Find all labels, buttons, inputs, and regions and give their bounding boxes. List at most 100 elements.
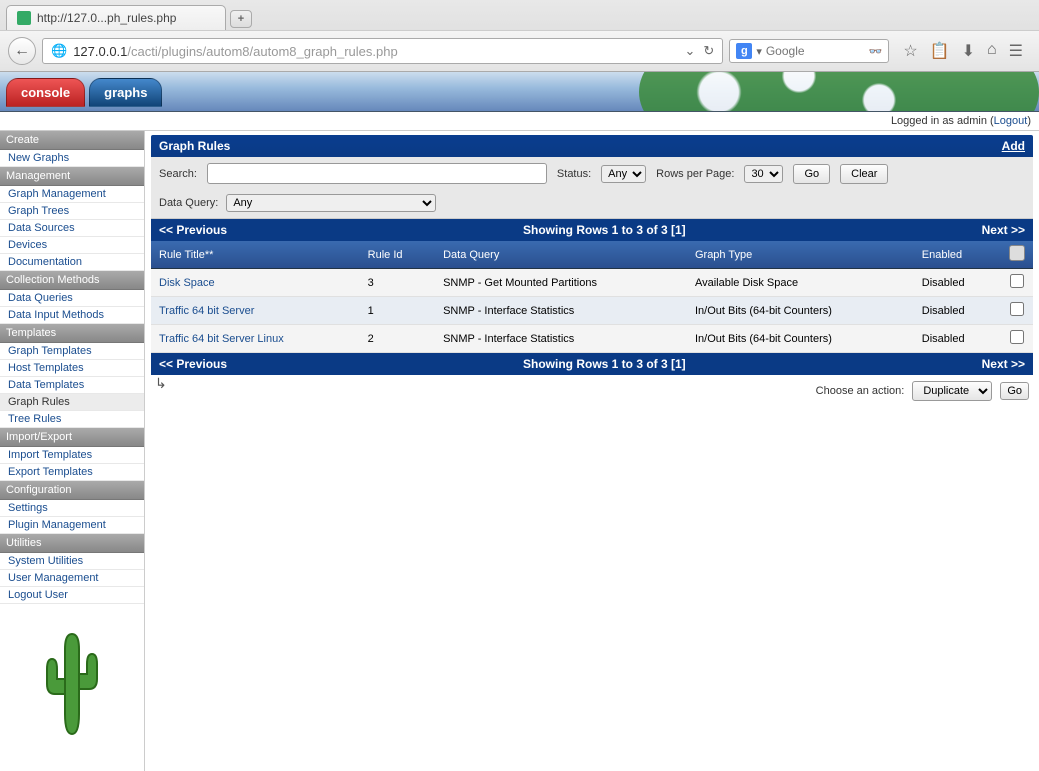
sidebar-item[interactable]: Export Templates [0, 464, 144, 481]
sidebar-item[interactable]: Data Sources [0, 220, 144, 237]
panel-title-text: Graph Rules [159, 139, 230, 153]
table-row: Disk Space3SNMP - Get Mounted Partitions… [151, 269, 1033, 297]
sidebar-item[interactable]: Settings [0, 500, 144, 517]
binoculars-icon[interactable]: 👓 [869, 45, 883, 58]
status-label: Status: [557, 168, 591, 180]
menu-icon[interactable]: ☰ [1009, 41, 1023, 61]
back-button[interactable]: ← [8, 37, 36, 65]
next-link[interactable]: Next >> [982, 357, 1025, 371]
sidebar-item[interactable]: Data Queries [0, 290, 144, 307]
favicon-icon [17, 11, 31, 25]
rule-type: In/Out Bits (64-bit Counters) [687, 297, 914, 325]
sidebar-item[interactable]: Graph Trees [0, 203, 144, 220]
row-checkbox[interactable] [1010, 330, 1024, 344]
rule-title-link[interactable]: Traffic 64 bit Server [159, 305, 254, 317]
rules-table: Rule Title**Rule IdData QueryGraph TypeE… [151, 241, 1033, 353]
tab-console[interactable]: console [6, 78, 85, 107]
rule-id: 1 [360, 297, 435, 325]
rule-enabled: Disabled [914, 325, 1001, 353]
chevron-down-icon[interactable]: ▾ [756, 45, 762, 58]
action-select[interactable]: Duplicate [912, 381, 992, 401]
sidebar-item[interactable]: Tree Rules [0, 411, 144, 428]
rows-select[interactable]: 30 [744, 165, 783, 183]
home-icon[interactable]: ⌂ [987, 41, 997, 61]
sidebar-item[interactable]: Graph Rules [0, 394, 144, 411]
pager-info: Showing Rows 1 to 3 of 3 [1] [159, 223, 1025, 237]
rule-enabled: Disabled [914, 297, 1001, 325]
sidebar-section-header: Management [0, 167, 144, 186]
sidebar-section-header: Import/Export [0, 428, 144, 447]
column-header[interactable]: Data Query [435, 241, 687, 269]
url-bar[interactable]: 🌐 127.0.0.1 /cacti/plugins/autom8/autom8… [42, 38, 723, 64]
dropdown-icon[interactable]: ⌄ [685, 43, 696, 59]
row-checkbox[interactable] [1010, 274, 1024, 288]
sidebar-section-header: Templates [0, 324, 144, 343]
sidebar-item[interactable]: Data Input Methods [0, 307, 144, 324]
action-go-button[interactable]: Go [1000, 382, 1029, 400]
sidebar-section-header: Utilities [0, 534, 144, 553]
layout: CreateNew GraphsManagementGraph Manageme… [0, 131, 1039, 771]
search-engine-box[interactable]: g ▾ 👓 [729, 39, 889, 63]
toolbar-icons: ☆ 📋 ⬇ ⌂ ☰ [895, 41, 1031, 61]
clear-button[interactable]: Clear [840, 164, 888, 184]
search-engine-input[interactable] [766, 44, 866, 58]
browser-tab[interactable]: http://127.0...ph_rules.php [6, 5, 226, 30]
sidebar-item[interactable]: Host Templates [0, 360, 144, 377]
go-button[interactable]: Go [793, 164, 830, 184]
rule-type: In/Out Bits (64-bit Counters) [687, 325, 914, 353]
rule-title-link[interactable]: Disk Space [159, 277, 215, 289]
status-select[interactable]: Any [601, 165, 646, 183]
login-bar: Logged in as admin (Logout) [0, 112, 1039, 131]
rule-type: Available Disk Space [687, 269, 914, 297]
sidebar: CreateNew GraphsManagementGraph Manageme… [0, 131, 145, 771]
download-icon[interactable]: ⬇ [962, 41, 975, 61]
url-path: /cacti/plugins/autom8/autom8_graph_rules… [127, 44, 397, 59]
rule-id: 3 [360, 269, 435, 297]
logout-link[interactable]: Logout [994, 115, 1028, 127]
rule-title-link[interactable]: Traffic 64 bit Server Linux [159, 333, 284, 345]
sidebar-item[interactable]: Import Templates [0, 447, 144, 464]
new-tab-button[interactable]: + [230, 10, 252, 28]
column-header[interactable]: Rule Id [360, 241, 435, 269]
column-header[interactable]: Enabled [914, 241, 1001, 269]
column-header[interactable]: Graph Type [687, 241, 914, 269]
row-checkbox[interactable] [1010, 302, 1024, 316]
rows-label: Rows per Page: [656, 168, 734, 180]
cactus-logo-icon [37, 624, 107, 744]
login-close: ) [1027, 115, 1031, 127]
sidebar-item[interactable]: User Management [0, 570, 144, 587]
table-row: Traffic 64 bit Server1SNMP - Interface S… [151, 297, 1033, 325]
sidebar-item[interactable]: Logout User [0, 587, 144, 604]
action-label: Choose an action: [816, 385, 905, 397]
main-content: Graph Rules Add Search: Status: Any Rows… [145, 131, 1039, 771]
tab-title: http://127.0...ph_rules.php [37, 11, 176, 25]
search-label: Search: [159, 168, 197, 180]
dataquery-select[interactable]: Any [226, 194, 436, 212]
clipboard-icon[interactable]: 📋 [930, 41, 950, 61]
action-arrow-icon: ↳ [151, 375, 167, 392]
sidebar-item[interactable]: Devices [0, 237, 144, 254]
sidebar-item[interactable]: Graph Management [0, 186, 144, 203]
tab-graphs[interactable]: graphs [89, 78, 162, 107]
sidebar-item[interactable]: Plugin Management [0, 517, 144, 534]
search-input[interactable] [207, 163, 547, 184]
app-header: console graphs [0, 72, 1039, 112]
column-header[interactable]: Rule Title** [151, 241, 360, 269]
reload-icon[interactable]: ↻ [703, 43, 714, 59]
add-link[interactable]: Add [1002, 139, 1025, 153]
app-tabs: console graphs [0, 72, 1039, 107]
next-link[interactable]: Next >> [982, 223, 1025, 237]
table-row: Traffic 64 bit Server Linux2SNMP - Inter… [151, 325, 1033, 353]
prev-link[interactable]: << Previous [159, 357, 227, 371]
sidebar-section-header: Create [0, 131, 144, 150]
star-icon[interactable]: ☆ [903, 41, 917, 61]
browser-chrome: http://127.0...ph_rules.php + ← 🌐 127.0.… [0, 0, 1039, 72]
filter-bar: Search: Status: Any Rows per Page: 30 Go… [151, 157, 1033, 219]
sidebar-item[interactable]: Data Templates [0, 377, 144, 394]
sidebar-item[interactable]: System Utilities [0, 553, 144, 570]
prev-link[interactable]: << Previous [159, 223, 227, 237]
sidebar-item[interactable]: New Graphs [0, 150, 144, 167]
select-all-header[interactable] [1001, 241, 1033, 269]
sidebar-item[interactable]: Graph Templates [0, 343, 144, 360]
sidebar-item[interactable]: Documentation [0, 254, 144, 271]
